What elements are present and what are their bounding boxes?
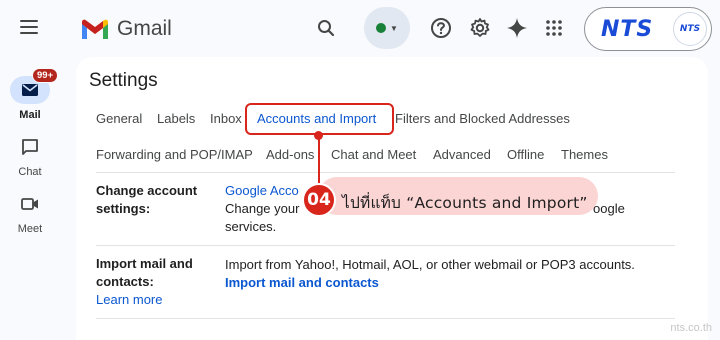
google-account-link[interactable]: Google Acco [225, 182, 299, 200]
change-account-label-line1: Change account [96, 183, 198, 198]
video-camera-icon [21, 198, 38, 210]
rail-item-chat[interactable]: Chat [6, 133, 54, 178]
rail-label-chat: Chat [18, 166, 42, 178]
rail-label-meet: Meet [17, 223, 43, 235]
tab-chat-and-meet[interactable]: Chat and Meet [331, 147, 416, 162]
app-name: Gmail [117, 17, 172, 40]
chat-icon [22, 139, 38, 155]
gemini-sparkle-icon[interactable] [505, 16, 529, 40]
change-account-desc-line2: Change your [225, 200, 299, 218]
rail-mail-icon-wrap: 99+ [10, 68, 59, 104]
status-dot-icon [376, 23, 387, 33]
tab-offline[interactable]: Offline [507, 147, 544, 162]
page-title: Settings [89, 70, 158, 91]
rail-chat-icon-wrap [10, 133, 50, 161]
callout-connector [318, 135, 320, 185]
change-account-label: Change account settings: [96, 182, 197, 218]
change-account-desc-line3: services. [225, 219, 277, 234]
learn-more-link[interactable]: Learn more [96, 291, 162, 309]
callout-text: ไปที่แท็บ “Accounts and Import” [342, 194, 588, 212]
learn-more-link-text[interactable]: Learn more [96, 292, 162, 307]
tab-themes[interactable]: Themes [561, 147, 608, 162]
divider [96, 172, 675, 173]
import-mail-and-contacts-link-text[interactable]: Import mail and contacts [225, 275, 379, 290]
divider [96, 318, 675, 319]
gear-icon[interactable] [468, 16, 492, 40]
change-account-label-line2: settings: [96, 201, 151, 216]
rail-label-mail: Mail [19, 109, 41, 121]
tab-add-ons[interactable]: Add-ons [266, 147, 314, 162]
divider [96, 245, 675, 246]
gmail-logo-icon[interactable] [80, 17, 110, 41]
tab-filters-and-blocked-addresses[interactable]: Filters and Blocked Addresses [395, 111, 570, 126]
tab-general[interactable]: General [96, 111, 142, 126]
main-menu-icon[interactable] [20, 20, 38, 34]
help-icon[interactable] [429, 16, 453, 40]
change-account-desc-line2-end: oogle [593, 201, 625, 216]
import-mail-description: Import from Yahoo!, Hotmail, AOL, or oth… [225, 257, 635, 272]
tab-forwarding-and-pop-imap[interactable]: Forwarding and POP/IMAP [96, 147, 253, 162]
rail-item-mail[interactable]: 99+ Mail [6, 68, 59, 121]
account-button[interactable]: NTS NTS [584, 7, 712, 51]
unread-badge: 99+ [32, 68, 59, 83]
search-icon[interactable] [314, 16, 338, 40]
rail-item-meet[interactable]: Meet [6, 190, 54, 235]
tab-labels[interactable]: Labels [157, 111, 195, 126]
import-mail-label-line2: contacts: [96, 274, 154, 289]
watermark: nts.co.th [670, 322, 712, 334]
tab-inbox[interactable]: Inbox [210, 111, 242, 126]
import-mail-and-contacts-link[interactable]: Import mail and contacts [225, 274, 379, 292]
top-bar: Gmail ▼ NTS NTS [0, 0, 720, 60]
account-logo: NTS [601, 16, 654, 42]
google-account-link-text[interactable]: Google Acco [225, 183, 299, 198]
apps-grid-icon[interactable] [542, 16, 566, 40]
rail-meet-icon-wrap [10, 190, 50, 218]
status-button[interactable]: ▼ [364, 7, 410, 49]
import-mail-label-line1: Import mail and [96, 256, 193, 271]
tab-advanced[interactable]: Advanced [433, 147, 491, 162]
import-mail-label: Import mail and contacts: [96, 255, 193, 291]
callout-step-number: 04 [302, 183, 336, 217]
chevron-down-icon: ▼ [390, 23, 398, 33]
callout-anchor-dot [314, 131, 323, 140]
avatar[interactable]: NTS [673, 12, 707, 46]
mail-icon [22, 84, 38, 96]
change-account-desc-line2-start: Change your [225, 201, 300, 216]
